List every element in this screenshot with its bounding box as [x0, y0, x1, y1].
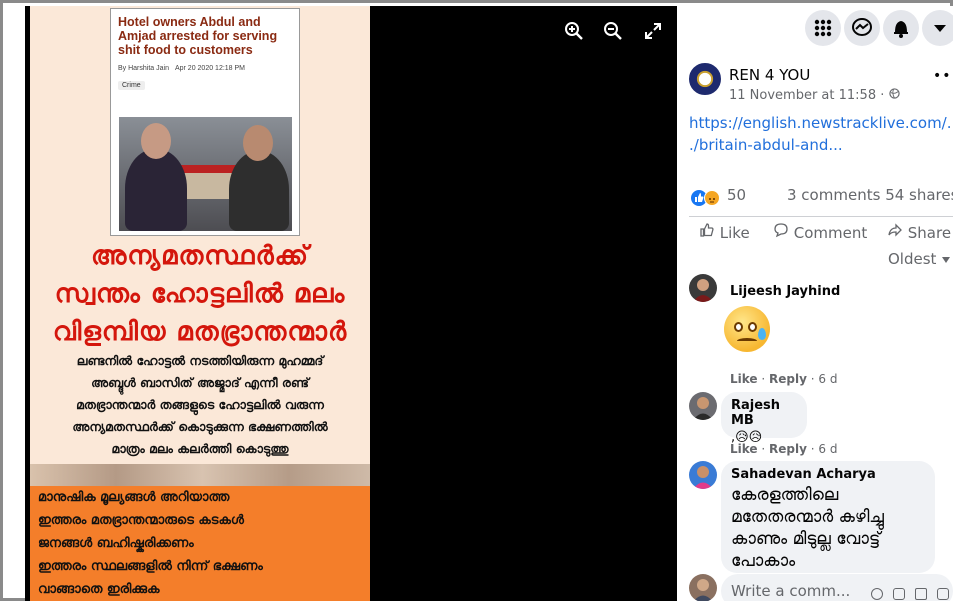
photo-head-left — [141, 123, 171, 159]
avatar[interactable] — [689, 274, 717, 302]
poster-footer-line: ജനങ്ങൾ ബഹിഷ്കരിക്കണം — [38, 536, 194, 551]
clipping-date: Apr 20 2020 12:18 PM — [174, 65, 246, 72]
poster-heading-line: സ്വന്തം ഹോട്ടലിൽ മലം — [54, 279, 346, 309]
photo-person-right — [229, 151, 289, 231]
comment-like-link[interactable]: Like — [730, 442, 758, 456]
chevron-down-icon — [942, 257, 951, 263]
poster-body-line: അബ്ദുൾ ബാസിത് അജ്മാദ് എന്നീ രണ്ട് — [91, 375, 309, 390]
comment-text-line: പോകാം — [731, 551, 796, 571]
post-link-line-1[interactable]: https://english.newstracklive.com/... — [689, 112, 953, 134]
comment-time[interactable]: 6 d — [818, 442, 837, 456]
comment-time[interactable]: 6 d — [818, 372, 837, 386]
photo-head-right — [243, 125, 273, 161]
zoom-in-icon[interactable] — [563, 20, 585, 42]
post-side-panel: REN 4 YOU 11 November at 11:58 · ••• htt… — [677, 6, 953, 601]
comment-text: കേരളത്തിലെ മതേതരന്മാർ കഴിച്ചു കാണും മിടു… — [731, 484, 925, 572]
share-button[interactable]: Share — [887, 222, 951, 242]
poster-body-line: ലണ്ടനിൽ ഹോട്ടൽ നടത്തിയിരുന്ന മുഹമ്മദ് — [76, 353, 324, 368]
clipping-photo — [119, 117, 292, 231]
sad-tear-emoji-sticker — [724, 306, 770, 352]
page-avatar[interactable] — [689, 63, 721, 95]
menu-grid-icon[interactable] — [805, 10, 841, 46]
post-link-line-2[interactable]: ./britain-abdul-and... — [689, 134, 953, 156]
poster-footer-line: ഇത്തരം സ്ഥലങ്ങളിൽ നിന്ന് ഭക്ഷണം — [38, 559, 263, 574]
sticker-icon[interactable] — [937, 588, 949, 600]
divider — [689, 216, 953, 217]
fullscreen-icon[interactable] — [642, 20, 664, 42]
poster-heading-line: അന്യമതസ്ഥർക്ക് — [90, 241, 310, 271]
emoji-tear — [758, 328, 766, 340]
emoji-eye — [748, 322, 757, 332]
notifications-bell-icon[interactable] — [883, 10, 919, 46]
share-arrow-icon — [888, 223, 902, 237]
clipping-meta: By Harshita Jain Apr 20 2020 12:18 PM — [118, 65, 292, 72]
gif-icon[interactable] — [915, 588, 927, 600]
like-button[interactable]: Like — [699, 222, 750, 242]
comment-bubble: Rajesh MB ,😥😥 — [721, 392, 807, 445]
comment-input[interactable]: Write a comm... — [721, 574, 953, 601]
avatar[interactable] — [689, 392, 717, 420]
photo-viewer: Hotel owners Abdul and Amjad arrested fo… — [25, 6, 677, 601]
clipping-headline: Hotel owners Abdul and Amjad arrested fo… — [118, 15, 278, 57]
post-timestamp[interactable]: 11 November at 11:58 · — [729, 88, 900, 103]
poster-image: Hotel owners Abdul and Amjad arrested fo… — [30, 6, 370, 601]
comment-button[interactable]: Comment — [773, 222, 867, 242]
shares-count[interactable]: 54 shares — [885, 186, 953, 204]
comment-bubble: Sahadevan Acharya കേരളത്തിലെ മതേതരന്മാർ … — [721, 461, 935, 573]
news-clipping: Hotel owners Abdul and Amjad arrested fo… — [110, 8, 300, 236]
post-options-icon[interactable]: ••• — [933, 68, 953, 84]
comment-author[interactable]: Lijeesh Jayhind — [730, 280, 840, 299]
comment-text-line: മതേതരന്മാർ കഴിച്ചു — [731, 507, 884, 527]
page-name[interactable]: REN 4 YOU — [729, 66, 810, 84]
comment-author-name[interactable]: Sahadevan Acharya — [731, 467, 925, 482]
comment-reply-link[interactable]: Reply — [769, 372, 807, 386]
share-label[interactable]: Share — [908, 224, 951, 242]
clipping-author: By Harshita Jain — [118, 65, 169, 72]
comment-bubble-icon — [774, 223, 788, 238]
comment-author-name[interactable]: Rajesh MB — [731, 398, 797, 428]
blurred-strip — [30, 464, 370, 486]
emoji-icon[interactable] — [871, 588, 883, 600]
poster-footer-line: വാങ്ങാതെ ഇരിക്കുക — [38, 582, 160, 597]
comment-actions: Like · Reply · 6 d — [730, 372, 838, 386]
comment-sort-dropdown[interactable]: Oldest — [888, 250, 951, 268]
poster-body-line: മാത്രം മലം കലർത്തി കൊടുത്തു — [111, 441, 289, 456]
account-dropdown-icon[interactable] — [922, 10, 953, 46]
thumbs-up-icon — [700, 223, 714, 237]
post-link[interactable]: https://english.newstracklive.com/... ./… — [689, 112, 953, 156]
comment-text-line: കേരളത്തിലെ — [731, 485, 839, 505]
comment-text-line: കാണും മിടുല്ല വോട്ട് — [731, 529, 881, 549]
post-time-text[interactable]: 11 November at 11:58 — [729, 88, 876, 103]
user-avatar[interactable] — [689, 574, 717, 601]
messenger-icon[interactable] — [844, 10, 880, 46]
meta-separator: · — [880, 88, 885, 103]
poster-footer-line: ഇത്തരം മതഭ്രാന്തന്മാരുടെ കടകൾ — [38, 513, 244, 528]
emoji-mouth — [737, 338, 757, 344]
comment-label[interactable]: Comment — [794, 224, 868, 242]
angry-reaction-icon — [704, 190, 720, 206]
clipping-category: Crime — [118, 81, 145, 90]
photo-person-left — [125, 149, 187, 231]
zoom-out-icon[interactable] — [602, 20, 624, 42]
poster-body-line: മതഭ്രാന്തന്മാർ തങ്ങളുടെ ഹോട്ടലിൽ വരുന്ന — [76, 397, 324, 412]
comment-author-name[interactable]: Lijeesh Jayhind — [730, 284, 840, 299]
screenshot-frame: Hotel owners Abdul and Amjad arrested fo… — [0, 0, 953, 601]
poster-footer-line: മാനുഷിക മൂല്യങ്ങൾ അറിയാത്ത — [38, 490, 230, 505]
comment-reply-link[interactable]: Reply — [769, 442, 807, 456]
poster-heading-line: വിളമ്പിയ മതഭ്രാന്തന്മാർ — [52, 317, 348, 347]
comment-input-placeholder[interactable]: Write a comm... — [731, 582, 850, 600]
comments-count[interactable]: 3 comments — [787, 186, 880, 204]
emoji-eye — [734, 322, 743, 332]
comment-share-counts: 3 comments 54 shares — [787, 186, 953, 204]
poster-footer: മാനുഷിക മൂല്യങ്ങൾ അറിയാത്ത ഇത്തരം മതഭ്രാ… — [30, 486, 370, 601]
comment-actions: Like · Reply · 6 d — [730, 442, 838, 456]
reaction-count[interactable]: 50 — [727, 186, 746, 204]
camera-icon[interactable] — [893, 588, 905, 600]
like-label[interactable]: Like — [720, 224, 750, 242]
avatar[interactable] — [689, 461, 717, 489]
sort-label[interactable]: Oldest — [888, 250, 936, 268]
globe-icon — [888, 88, 900, 99]
comment-like-link[interactable]: Like — [730, 372, 758, 386]
poster-body-line: അന്യമതസ്ഥർക്ക് കൊടുക്കുന്ന ഭക്ഷണത്തിൽ — [72, 419, 328, 434]
